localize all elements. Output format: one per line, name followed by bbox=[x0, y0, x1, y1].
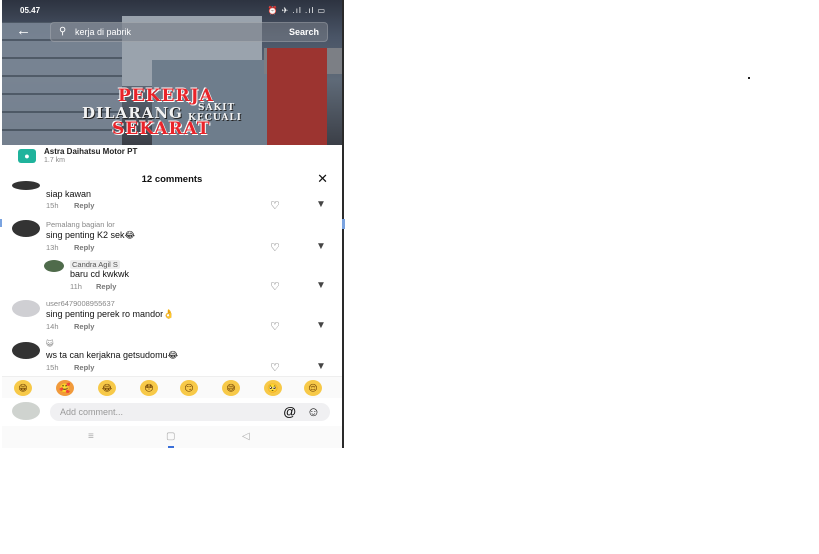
reply-item: Candra Agil S baru cd kwkwk 11h Reply ♡ … bbox=[2, 259, 342, 293]
comment-text: sing penting perek ro mandor👌 bbox=[46, 309, 175, 319]
stray-dot bbox=[748, 77, 750, 79]
reply-button[interactable]: Reply bbox=[96, 282, 116, 291]
like-heart-icon[interactable]: ♡ bbox=[270, 201, 284, 212]
comment-item: user6479008955637 sing penting perek ro … bbox=[2, 298, 342, 333]
comment-text: siap kawan bbox=[46, 189, 92, 199]
overlay-line-3a: SAKIT bbox=[198, 103, 236, 113]
dislike-icon[interactable]: ▼ bbox=[316, 321, 330, 331]
status-bar: 05.47 ⏰ ✈ .ıl .ıl ▭ bbox=[12, 4, 330, 16]
like-heart-icon[interactable]: ♡ bbox=[270, 243, 284, 254]
phone-screen: PEKERJA DILARANG SAKIT KECUALI SEKARAT 0… bbox=[0, 0, 344, 448]
menu-icon[interactable]: ≡ bbox=[88, 431, 94, 442]
reply-button[interactable]: Reply bbox=[74, 243, 94, 252]
comment-username[interactable]: Pemalang bagian lor bbox=[46, 220, 115, 229]
reply-button[interactable]: Reply bbox=[74, 363, 94, 372]
emoji-button[interactable]: 😏 bbox=[180, 380, 198, 396]
comment-time: 15h bbox=[46, 201, 59, 210]
location-name: Astra Daihatsu Motor PT bbox=[44, 147, 138, 156]
avatar bbox=[12, 402, 40, 420]
comment-text: sing penting K2 sek😂 bbox=[46, 230, 136, 240]
emoji-picker-icon[interactable]: ☺ bbox=[307, 404, 320, 419]
emoji-button[interactable]: 😳 bbox=[140, 380, 158, 396]
status-time: 05.47 bbox=[20, 6, 41, 15]
emoji-button[interactable]: 😂 bbox=[98, 380, 116, 396]
comment-time: 15h bbox=[46, 363, 59, 372]
search-button[interactable]: Search bbox=[289, 27, 319, 37]
comment-item: 😺 ws ta can kerjakna getsudomu😂 15h Repl… bbox=[2, 339, 342, 375]
back-arrow-icon[interactable]: ← bbox=[16, 22, 31, 40]
location-pin-icon: ● bbox=[18, 149, 36, 163]
system-nav-bar: ≡ ▢ ◁ bbox=[2, 426, 342, 448]
avatar[interactable] bbox=[12, 181, 40, 190]
comment-input-placeholder: Add comment... bbox=[60, 407, 124, 417]
comment-username[interactable]: 😺 bbox=[46, 339, 54, 348]
emoji-button[interactable]: 🥰 bbox=[56, 380, 74, 396]
comment-input[interactable]: Add comment... @ ☺ bbox=[50, 403, 330, 421]
comment-item: siap kawan 15h Reply ♡ ▼ bbox=[2, 181, 342, 212]
like-heart-icon[interactable]: ♡ bbox=[270, 322, 284, 333]
emoji-button[interactable]: 😌 bbox=[304, 380, 322, 396]
scroll-indicator bbox=[342, 219, 345, 229]
reply-button[interactable]: Reply bbox=[74, 322, 94, 331]
comment-username[interactable]: Candra Agil S bbox=[70, 260, 120, 269]
emoji-button[interactable]: 😁 bbox=[14, 380, 32, 396]
avatar[interactable] bbox=[12, 300, 40, 317]
avatar[interactable] bbox=[12, 342, 40, 359]
avatar[interactable] bbox=[12, 220, 40, 237]
comment-composer: Add comment... @ ☺ bbox=[2, 398, 342, 426]
home-icon[interactable]: ▢ bbox=[166, 431, 175, 442]
avatar[interactable] bbox=[44, 260, 64, 272]
comments-title: 12 comments bbox=[141, 174, 203, 185]
comment-item: Pemalang bagian lor sing penting K2 sek😂… bbox=[2, 219, 342, 254]
search-input[interactable]: ⚲ kerja di pabrik Search bbox=[50, 22, 328, 42]
like-heart-icon[interactable]: ♡ bbox=[270, 363, 284, 374]
dislike-icon[interactable]: ▼ bbox=[316, 200, 330, 210]
side-indicator bbox=[0, 219, 2, 227]
location-distance: 1.7 km bbox=[44, 157, 66, 164]
comment-text: baru cd kwkwk bbox=[70, 269, 130, 279]
dislike-icon[interactable]: ▼ bbox=[316, 242, 330, 252]
emoji-quick-bar: 😁 🥰 😂 😳 😏 😅 🥺 😌 bbox=[2, 376, 342, 399]
mention-at-icon[interactable]: @ bbox=[283, 404, 296, 419]
reply-button[interactable]: Reply bbox=[74, 201, 94, 210]
location-bar[interactable]: ● Astra Daihatsu Motor PT 1.7 km bbox=[2, 145, 342, 167]
comment-username[interactable]: user6479008955637 bbox=[46, 299, 115, 308]
search-row: ← ⚲ kerja di pabrik Search bbox=[14, 20, 330, 42]
home-indicator bbox=[168, 446, 174, 448]
status-icons: ⏰ ✈ .ıl .ıl ▭ bbox=[267, 6, 326, 15]
comment-time: 13h bbox=[46, 243, 59, 252]
overlay-line-4: SEKARAT bbox=[112, 119, 211, 139]
search-icon: ⚲ bbox=[59, 26, 67, 37]
emoji-button[interactable]: 🥺 bbox=[264, 380, 282, 396]
back-icon[interactable]: ◁ bbox=[242, 431, 250, 442]
comment-time: 14h bbox=[46, 322, 59, 331]
like-heart-icon[interactable]: ♡ bbox=[270, 282, 284, 293]
comment-text: ws ta can kerjakna getsudomu😂 bbox=[46, 350, 179, 360]
search-query: kerja di pabrik bbox=[75, 27, 132, 37]
emoji-button[interactable]: 😅 bbox=[222, 380, 240, 396]
building-red-wall bbox=[267, 48, 327, 145]
comment-time: 11h bbox=[70, 282, 82, 291]
dislike-icon[interactable]: ▼ bbox=[316, 281, 330, 291]
dislike-icon[interactable]: ▼ bbox=[316, 362, 330, 372]
